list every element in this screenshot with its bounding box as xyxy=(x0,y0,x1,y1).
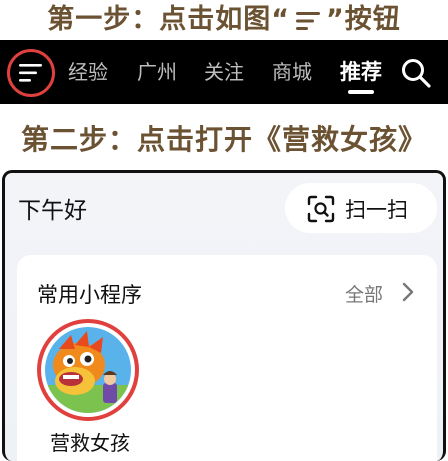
top-nav-bar: 经验 广州 关注 商城 推荐 xyxy=(0,40,448,104)
menu-icon xyxy=(296,11,320,30)
scan-icon xyxy=(307,195,335,223)
frequent-mini-programs-card: 常用小程序 全部 营救女孩 xyxy=(17,255,437,461)
card-title: 常用小程序 xyxy=(37,283,142,307)
step-one-title: 第一步：点击如图“ ”按钮 xyxy=(0,2,448,38)
tab-jingyan[interactable]: 经验 xyxy=(68,40,108,104)
app-label: 营救女孩 xyxy=(50,431,130,455)
tab-guangzhou[interactable]: 广州 xyxy=(137,40,177,104)
tab-shangcheng[interactable]: 商城 xyxy=(272,40,312,104)
greeting-text: 下午好 xyxy=(18,198,87,224)
tab-tuijian[interactable]: 推荐 xyxy=(340,40,382,104)
tab-guanzhu[interactable]: 关注 xyxy=(204,40,244,104)
scan-button[interactable]: 扫一扫 xyxy=(285,183,437,233)
active-tab-indicator xyxy=(348,90,374,94)
mini-program-panel: 下午好 扫一扫 常用小程序 全部 营救女孩 xyxy=(2,170,446,461)
view-all-link[interactable]: 全部 xyxy=(345,280,383,307)
search-icon[interactable] xyxy=(400,57,432,89)
app-icon[interactable] xyxy=(45,327,131,413)
menu-button[interactable] xyxy=(7,49,55,97)
menu-icon xyxy=(19,64,42,82)
step-one-prefix: 第一步：点击如图“ xyxy=(47,4,290,35)
chevron-right-icon[interactable] xyxy=(401,281,415,303)
app-rescue-girl[interactable]: 营救女孩 xyxy=(35,317,141,455)
step-one-suffix: ”按钮 xyxy=(326,4,401,35)
step-two-title: 第二步：点击打开《营救女孩》 xyxy=(20,123,427,156)
scan-label: 扫一扫 xyxy=(345,198,408,222)
